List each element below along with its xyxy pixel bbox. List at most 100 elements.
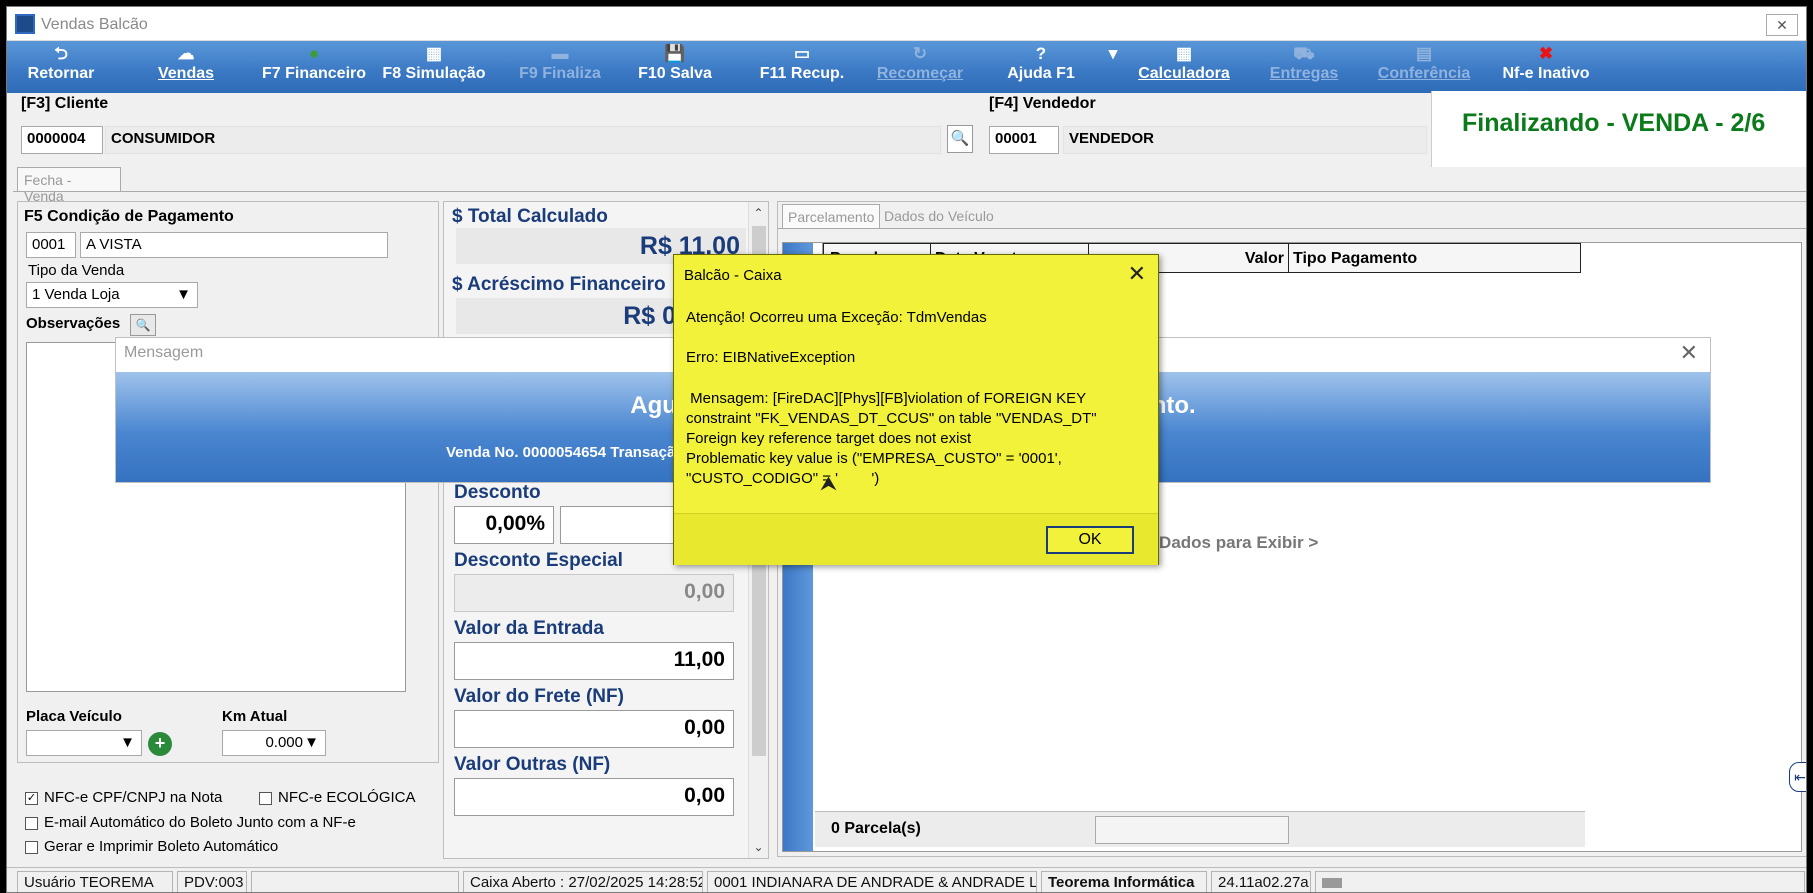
checkbox-icon[interactable] bbox=[25, 840, 38, 854]
col-tipo-pagamento[interactable]: Tipo Pagamento bbox=[1288, 244, 1421, 272]
status-bar: Usuário TEOREMA PDV:003 Caixa Aberto : 2… bbox=[7, 867, 1806, 892]
cliente-name-field[interactable]: CONSUMIDOR bbox=[105, 126, 941, 154]
dialog-title: Balcão - Caixa bbox=[684, 267, 782, 284]
entregas-button[interactable]: ⛟ Entregas bbox=[1263, 41, 1345, 93]
help-icon: ? bbox=[1035, 44, 1047, 63]
error-dialog: Balcão - Caixa ✕ Atenção! Ocorreu uma Ex… bbox=[673, 254, 1159, 565]
chevron-down-icon[interactable]: ▾ bbox=[1105, 41, 1121, 93]
placa-veiculo-label: Placa Veículo bbox=[26, 708, 122, 725]
vendedor-label: [F4] Vendedor bbox=[989, 95, 1096, 112]
status-pdv: PDV:003 bbox=[177, 871, 247, 892]
checkbox-icon[interactable] bbox=[25, 816, 38, 830]
tab-fecha-venda[interactable]: Fecha - Venda bbox=[17, 167, 121, 204]
option-gerar-boleto[interactable]: Gerar e Imprimir Boleto Automático bbox=[25, 838, 278, 855]
total-calculado-label: $ Total Calculado bbox=[452, 206, 608, 227]
checkbox-icon[interactable] bbox=[259, 791, 272, 805]
dialog-line-2: Erro: EIBNativeException bbox=[686, 349, 856, 366]
status-versao: 24.11a02.27a bbox=[1211, 871, 1311, 892]
option-cpf-cnpj[interactable]: ✓ NFC-e CPF/CNPJ na Nota bbox=[25, 789, 222, 806]
km-atual-field[interactable]: 0.000 ▼ bbox=[222, 730, 326, 756]
observacoes-label: Observações bbox=[26, 315, 121, 332]
chevron-down-icon: ▼ bbox=[120, 734, 135, 751]
finaliza-button[interactable]: ▬ F9 Finaliza bbox=[513, 41, 607, 93]
keyboard-icon bbox=[1322, 878, 1342, 888]
toolbar: ⮌ Retornar ☁ Vendas ● F7 Financeiro ▦ F8 Sim… bbox=[7, 41, 1806, 93]
recover-icon: ▭ bbox=[793, 44, 811, 63]
status-empresa: 0001 INDIANARA DE ANDRADE & ANDRADE LTD bbox=[707, 871, 1037, 892]
valor-frete-field[interactable]: 0,00 bbox=[454, 710, 734, 748]
conference-icon: ▤ bbox=[1415, 44, 1433, 63]
stage-panel: Finalizando - VENDA - 2/6 bbox=[1431, 91, 1806, 167]
pagamento-code-field[interactable]: 0001 bbox=[26, 232, 76, 258]
footer-total-box bbox=[1095, 816, 1289, 844]
vendedor-name-field[interactable]: VENDEDOR bbox=[1063, 126, 1427, 154]
recomecar-button[interactable]: ↻ Recomeçar bbox=[875, 41, 965, 93]
scroll-up-icon[interactable]: ⌃ bbox=[749, 206, 768, 220]
pagamento-desc-field[interactable]: A VISTA bbox=[80, 232, 388, 258]
close-icon[interactable]: ✕ bbox=[1680, 340, 1698, 366]
option-email-boleto[interactable]: E-mail Automático do Boleto Junto com a … bbox=[25, 814, 356, 831]
chevron-down-icon: ▼ bbox=[176, 286, 191, 303]
tab-parcelamento[interactable]: Parcelamento bbox=[782, 204, 880, 228]
dialog-footer: OK bbox=[674, 513, 1158, 565]
mouse-cursor-icon: ⮝ bbox=[820, 473, 837, 495]
calculator-icon: ▦ bbox=[1175, 44, 1193, 63]
pagamento-label: F5 Condição de Pagamento bbox=[24, 208, 234, 225]
recuperar-button[interactable]: ▭ F11 Recup. bbox=[753, 41, 851, 93]
cliente-code-field[interactable]: 0000004 bbox=[21, 126, 103, 154]
valor-outras-label: Valor Outras (NF) bbox=[454, 754, 611, 775]
scroll-down-icon[interactable]: ⌄ bbox=[749, 840, 768, 854]
close-icon[interactable]: ✕ bbox=[1128, 261, 1146, 287]
status-extra bbox=[1315, 871, 1805, 892]
simulation-icon: ▦ bbox=[425, 44, 443, 63]
side-tab-icon[interactable]: ⇤ bbox=[1789, 762, 1806, 792]
add-veiculo-icon[interactable]: + bbox=[148, 732, 172, 756]
status-usuario: Usuário TEOREMA bbox=[17, 871, 173, 892]
nfe-inativo-button[interactable]: ✖ Nf-e Inativo bbox=[1493, 41, 1599, 93]
valor-outras-field[interactable]: 0,00 bbox=[454, 778, 734, 816]
conferencia-button[interactable]: ▤ Conferência bbox=[1371, 41, 1477, 93]
chevron-down-icon: ▼ bbox=[304, 734, 319, 751]
parcelas-count: 0 Parcela(s) bbox=[831, 820, 921, 837]
dialog-message: Mensagem: [FireDAC][Phys][FB]violation o… bbox=[686, 390, 1097, 487]
desconto-pct-field[interactable]: 0,00% bbox=[454, 506, 554, 544]
valor-frete-label: Valor do Frete (NF) bbox=[454, 686, 624, 707]
ajuda-button[interactable]: ? Ajuda F1 bbox=[1003, 41, 1079, 93]
valor-entrada-field[interactable]: 11,00 bbox=[454, 642, 734, 680]
close-icon[interactable]: ✕ bbox=[1766, 14, 1798, 36]
tipo-venda-select[interactable]: 1 Venda Loja ▼ bbox=[26, 282, 198, 308]
desconto-especial-label: Desconto Especial bbox=[454, 550, 623, 571]
ok-button[interactable]: OK bbox=[1046, 526, 1134, 554]
vendas-balcao-window: Vendas Balcão ✕ ⮌ Retornar ☁ Vendas ● F7 Fi… bbox=[6, 6, 1807, 893]
tab-dados-veiculo[interactable]: Dados do Veículo bbox=[884, 208, 994, 224]
vendedor-code-field[interactable]: 00001 bbox=[989, 126, 1059, 154]
refresh-icon: ↻ bbox=[912, 44, 928, 63]
status-software: Teorema Informática bbox=[1041, 871, 1207, 892]
retornar-button[interactable]: ⮌ Retornar bbox=[25, 41, 97, 93]
financeiro-button[interactable]: ● F7 Financeiro bbox=[259, 41, 369, 93]
vendas-button[interactable]: ☁ Vendas bbox=[155, 41, 217, 93]
truck-icon: ⛟ bbox=[1293, 44, 1315, 63]
simulacao-button[interactable]: ▦ F8 Simulação bbox=[381, 41, 487, 93]
cliente-label: [F3] Cliente bbox=[21, 95, 109, 112]
grid-footer: 0 Parcela(s) bbox=[815, 811, 1585, 847]
placa-veiculo-select[interactable]: ▼ bbox=[26, 730, 142, 756]
search-cliente-icon[interactable]: 🔍 bbox=[947, 125, 973, 153]
right-tab-divider bbox=[778, 228, 1806, 229]
finaliza-icon: ▬ bbox=[551, 44, 569, 63]
stage-indicator: Finalizando - VENDA - 2/6 bbox=[1462, 109, 1766, 137]
option-nfce-ecologica[interactable]: NFC-e ECOLÓGICA bbox=[259, 789, 416, 806]
calculadora-button[interactable]: ▦ Calculadora bbox=[1131, 41, 1237, 93]
checkbox-checked-icon[interactable]: ✓ bbox=[25, 791, 38, 805]
salva-button[interactable]: 💾 F10 Salva bbox=[634, 41, 716, 93]
red-x-icon: ✖ bbox=[1538, 44, 1554, 63]
save-icon: 💾 bbox=[664, 44, 686, 63]
money-bag-icon: ● bbox=[308, 44, 320, 63]
km-atual-label: Km Atual bbox=[222, 708, 288, 725]
tab-divider bbox=[13, 191, 1806, 192]
observacoes-search-icon[interactable]: 🔍 bbox=[130, 314, 156, 336]
vendas-icon: ☁ bbox=[177, 44, 195, 63]
desconto-especial-field[interactable]: 0,00 bbox=[454, 574, 734, 612]
app-icon bbox=[15, 14, 35, 34]
desconto-label: Desconto bbox=[454, 482, 541, 503]
